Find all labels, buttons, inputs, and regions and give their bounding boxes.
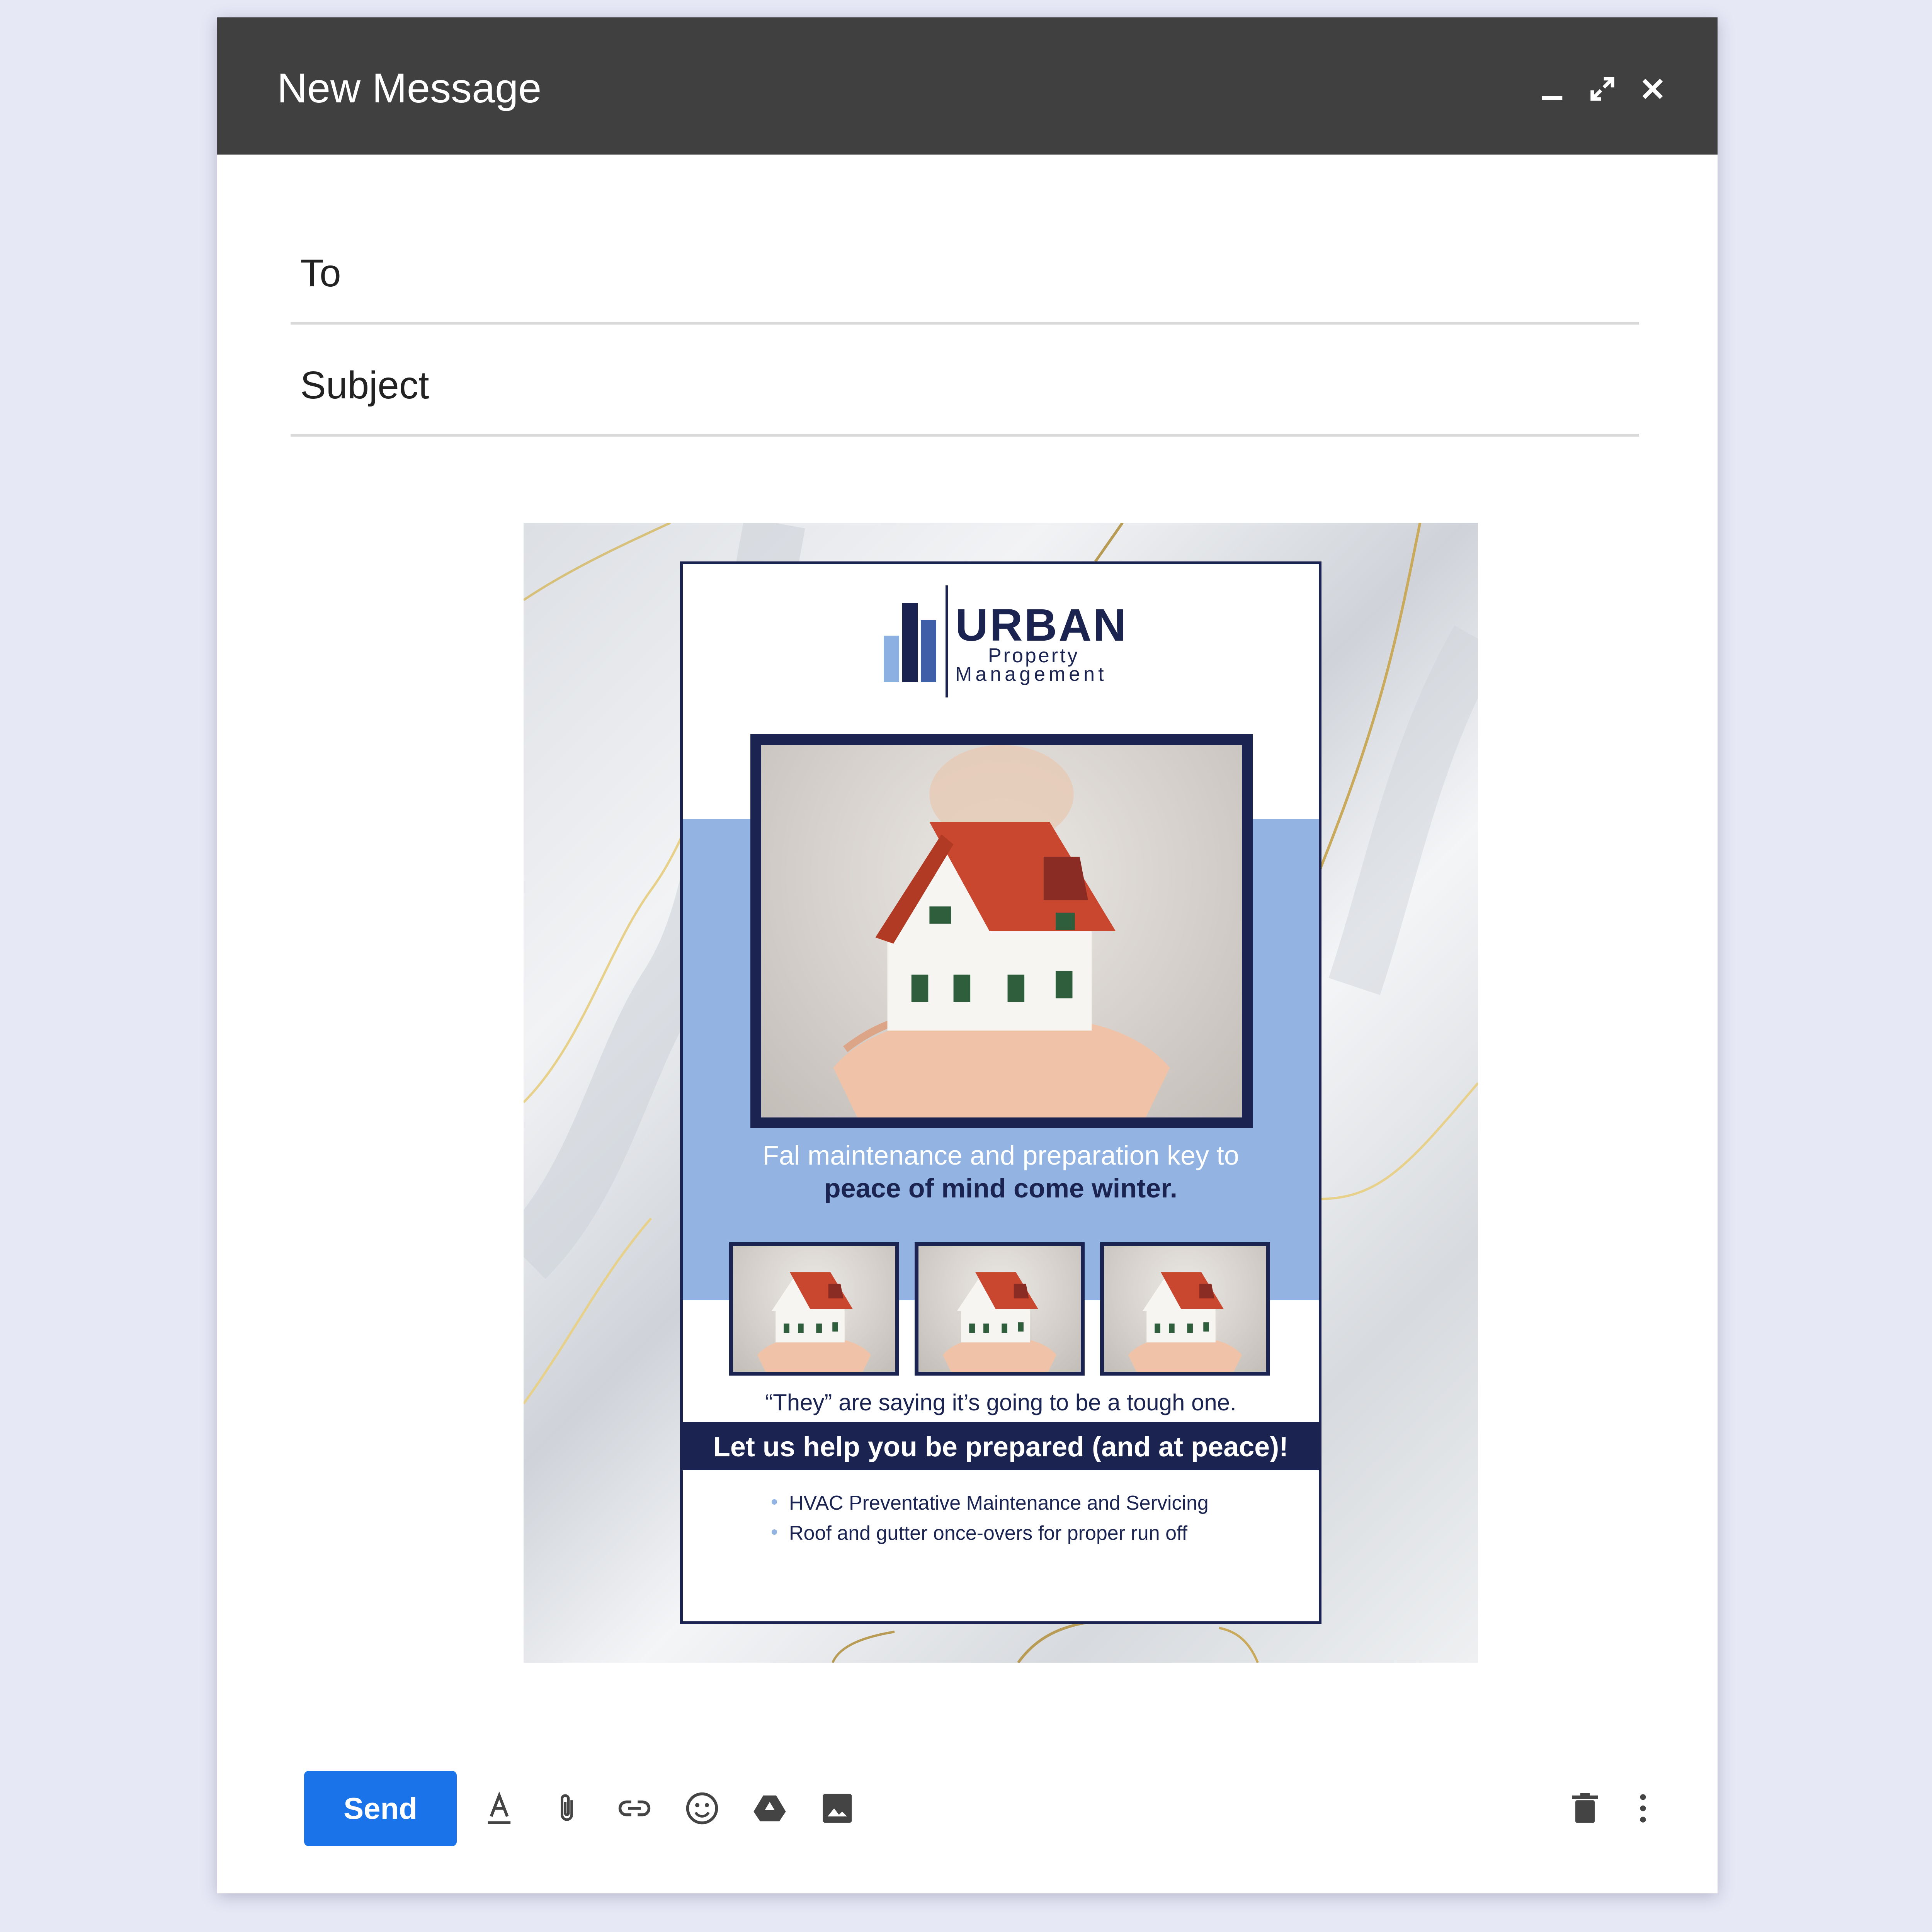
expand-icon[interactable]: [1585, 71, 1620, 106]
window-title: New Message: [277, 65, 542, 111]
hero-photo-frame: [750, 734, 1253, 1128]
thumbnail-row: [729, 1242, 1278, 1376]
brand-name: URBAN: [955, 600, 1128, 651]
logo-bar-dark: [902, 603, 918, 682]
cta-text: Let us help you be prepared (and at peac…: [713, 1432, 1289, 1463]
attach-icon[interactable]: [548, 1789, 586, 1828]
house-in-hands-image: [833, 745, 1170, 1117]
thumbnail-image: [1104, 1246, 1266, 1372]
to-field[interactable]: To: [291, 228, 1639, 325]
service-list: HVAC Preventative Maintenance and Servic…: [772, 1492, 1209, 1552]
brand-line2: Management: [955, 663, 1107, 685]
flyer-card: URBAN Property Management Fal maintenanc…: [680, 561, 1321, 1624]
house-in-hands-image: [943, 1272, 1056, 1372]
saying-text: “They” are saying it’s going to be a tou…: [765, 1389, 1236, 1415]
link-icon[interactable]: [615, 1789, 654, 1828]
subject-field[interactable]: Subject: [291, 340, 1639, 437]
house-in-hands-image: [757, 1272, 871, 1372]
trash-icon[interactable]: [1566, 1789, 1604, 1828]
close-icon[interactable]: [1635, 71, 1670, 106]
to-label: To: [300, 252, 341, 295]
compose-titlebar: New Message: [217, 17, 1718, 155]
drive-icon[interactable]: [750, 1789, 789, 1828]
list-item-text: HVAC Preventative Maintenance and Servic…: [789, 1492, 1209, 1514]
headline-bold: peace of mind come winter.: [824, 1173, 1178, 1203]
logo-bar-light: [884, 636, 899, 682]
logo-bar-mid: [921, 620, 936, 682]
list-item: HVAC Preventative Maintenance and Servic…: [772, 1492, 1209, 1515]
format-text-icon[interactable]: [480, 1789, 519, 1828]
compose-window: New Message To Subject URBAN Property Ma…: [217, 17, 1718, 1893]
more-options-icon[interactable]: [1624, 1789, 1662, 1828]
headline-light: Fal maintenance and preparation key to: [762, 1140, 1239, 1170]
thumbnail-image: [733, 1246, 895, 1372]
minimize-icon[interactable]: [1535, 71, 1570, 106]
cta-banner: Let us help you be prepared (and at peac…: [683, 1422, 1319, 1470]
house-in-hands-image: [1128, 1272, 1242, 1372]
urban-logo: URBAN Property Management: [884, 585, 1126, 701]
bullet-dot: [772, 1529, 777, 1535]
logo-divider: [946, 585, 948, 697]
thumbnail-photo: [729, 1242, 899, 1376]
hero-photo: [761, 745, 1242, 1117]
photo-icon[interactable]: [818, 1789, 857, 1828]
emoji-icon[interactable]: [683, 1789, 721, 1828]
thumbnail-image: [918, 1246, 1081, 1372]
send-button[interactable]: Send: [304, 1771, 457, 1846]
list-item-text: Roof and gutter once-overs for proper ru…: [789, 1522, 1187, 1544]
list-item: Roof and gutter once-overs for proper ru…: [772, 1522, 1209, 1545]
bullet-dot: [772, 1499, 777, 1505]
thumbnail-photo: [1100, 1242, 1270, 1376]
subject-label: Subject: [300, 364, 429, 407]
thumbnail-photo: [915, 1242, 1085, 1376]
flyer-image: URBAN Property Management Fal maintenanc…: [524, 523, 1478, 1663]
